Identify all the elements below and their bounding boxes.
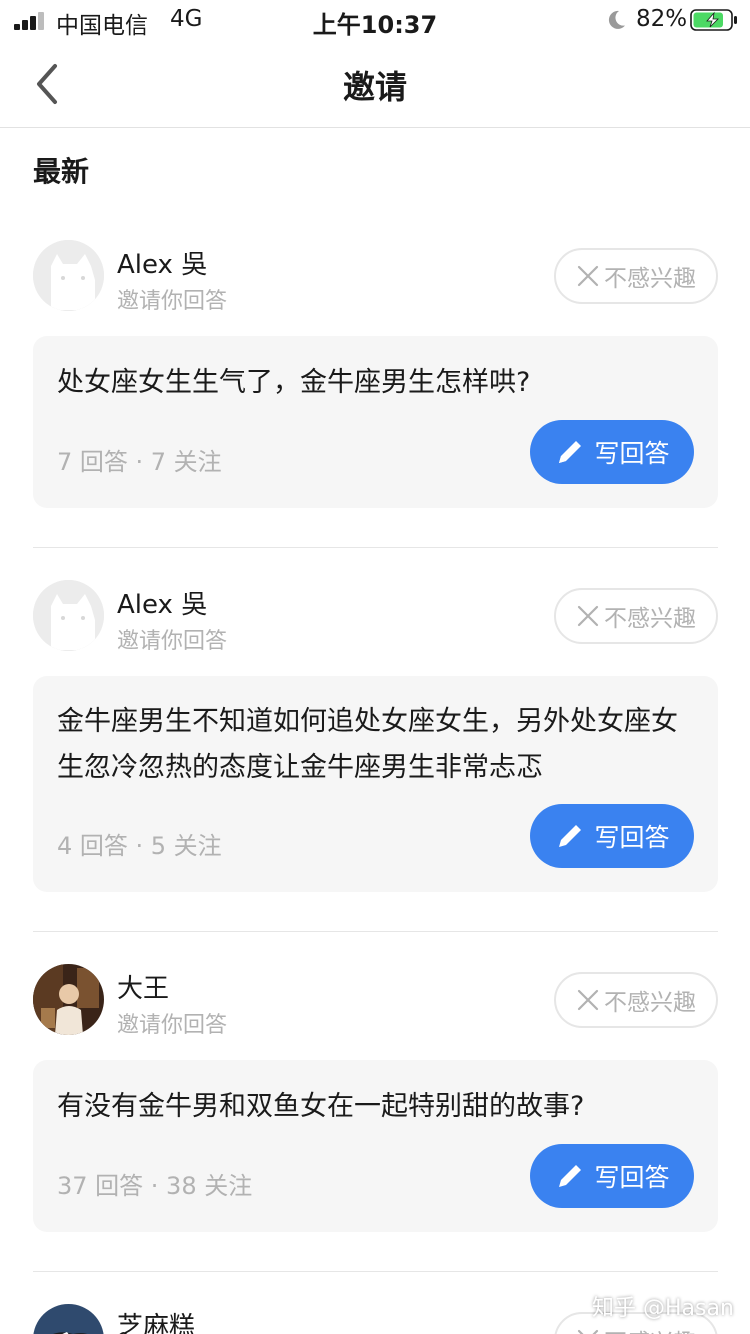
divider	[33, 1271, 718, 1272]
write-answer-button[interactable]: 写回答	[530, 804, 694, 868]
not-interested-button[interactable]: 不感兴趣	[554, 588, 718, 644]
not-interested-button[interactable]: 不感兴趣	[554, 248, 718, 304]
pencil-icon	[559, 1165, 582, 1187]
question-title[interactable]: 金牛座男生不知道如何追处女座女生，另外处女座女生忽冷忽热的态度让金牛座男生非常忐…	[57, 699, 696, 791]
avatar[interactable]	[33, 580, 104, 651]
close-icon	[577, 1329, 599, 1334]
pencil-icon	[559, 441, 582, 463]
divider	[33, 931, 718, 932]
invite-subtitle: 邀请你回答	[117, 1013, 228, 1038]
question-stats: 4 回答 · 5 关注	[57, 832, 222, 860]
pencil-icon	[559, 825, 582, 847]
not-interested-label: 不感兴趣	[604, 1323, 696, 1334]
write-answer-label: 写回答	[594, 1163, 670, 1192]
question-stats: 37 回答 · 38 关注	[57, 1172, 253, 1200]
not-interested-button[interactable]: 不感兴趣	[554, 972, 718, 1028]
close-icon	[577, 265, 599, 287]
avatar[interactable]	[33, 240, 104, 311]
question-card[interactable]: 处女座女生生气了，金牛座男生怎样哄? 7 回答 · 7 关注 写回答	[33, 336, 718, 508]
close-icon	[577, 989, 599, 1011]
invite-subtitle: 邀请你回答	[117, 629, 228, 654]
nav-bar: 邀请	[0, 42, 750, 128]
close-icon	[577, 605, 599, 627]
write-answer-label: 写回答	[594, 823, 670, 852]
not-interested-label: 不感兴趣	[604, 606, 696, 632]
question-stats: 7 回答 · 7 关注	[57, 448, 222, 476]
status-bar: 中国电信 4G 上午10:37 82%	[0, 0, 750, 42]
moon-icon	[608, 10, 625, 29]
watermark: 知乎 @Hasan	[592, 1296, 734, 1321]
default-avatar-icon	[33, 580, 104, 651]
question-card[interactable]: 有没有金牛男和双鱼女在一起特别甜的故事? 37 回答 · 38 关注 写回答	[33, 1060, 718, 1232]
question-title[interactable]: 处女座女生生气了，金牛座男生怎样哄?	[57, 360, 696, 406]
question-title[interactable]: 有没有金牛男和双鱼女在一起特别甜的故事?	[57, 1084, 696, 1130]
avatar[interactable]	[33, 1304, 104, 1334]
default-avatar-icon	[33, 240, 104, 311]
avatar[interactable]	[33, 964, 104, 1035]
page-title: 邀请	[342, 68, 407, 106]
write-answer-label: 写回答	[594, 439, 670, 468]
photo-avatar-icon	[33, 964, 104, 1035]
section-title-latest: 最新	[33, 155, 90, 188]
divider	[33, 547, 718, 548]
inviter-name[interactable]: 大王	[117, 968, 169, 1005]
inviter-name[interactable]: Alex 吳	[117, 244, 207, 281]
question-card[interactable]: 金牛座男生不知道如何追处女座女生，另外处女座女生忽冷忽热的态度让金牛座男生非常忐…	[33, 676, 718, 892]
battery-percent: 82%	[636, 6, 688, 32]
photo-avatar-icon	[33, 1304, 104, 1334]
not-interested-label: 不感兴趣	[604, 990, 696, 1016]
inviter-name[interactable]: 芝麻糕	[117, 1306, 195, 1334]
not-interested-label: 不感兴趣	[604, 266, 696, 292]
inviter-name[interactable]: Alex 吳	[117, 584, 207, 621]
write-answer-button[interactable]: 写回答	[530, 1144, 694, 1208]
battery-charging-icon	[690, 9, 737, 31]
invite-subtitle: 邀请你回答	[117, 289, 228, 314]
write-answer-button[interactable]: 写回答	[530, 420, 694, 484]
